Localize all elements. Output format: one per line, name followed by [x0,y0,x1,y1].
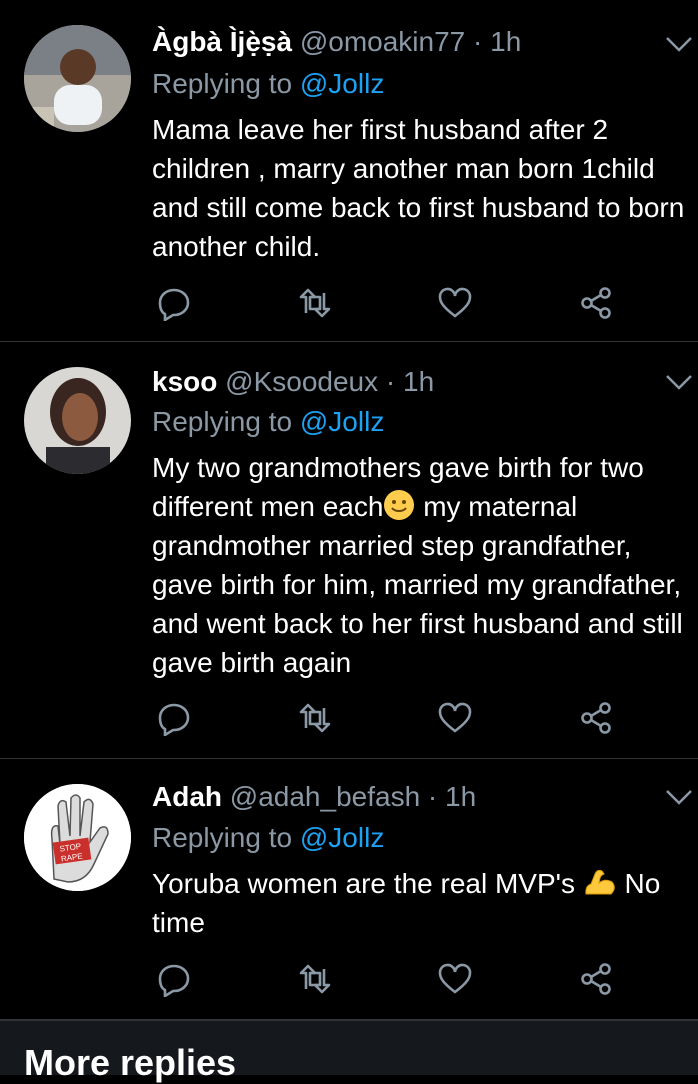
tweet-header: Adah @adah_befash · 1h [152,781,476,813]
separator-dot: · [427,781,438,812]
tweet-text-part-1: Yoruba women are the real MVP's [152,868,583,899]
display-name[interactable]: Adah [152,781,222,812]
like-icon[interactable] [437,961,473,997]
tweet-text: My two grandmothers gave birth for two d… [152,448,692,682]
mention-link[interactable]: @Jollz [300,822,384,853]
tweet-2[interactable]: ksoo @Ksoodeux · 1h Replying to @Jollz M… [0,342,698,759]
timestamp[interactable]: 1h [403,366,434,397]
more-replies-heading[interactable]: More replies [24,1042,236,1084]
replying-to-label: Replying to [152,68,293,99]
chevron-down-icon[interactable] [664,372,694,392]
flexed-biceps-icon [585,869,615,895]
retweet-icon[interactable] [297,961,333,997]
retweet-icon[interactable] [297,700,333,736]
reply-icon[interactable] [156,700,192,736]
share-icon[interactable] [578,285,614,321]
avatar[interactable]: STOP RAPE [24,784,131,891]
display-name[interactable]: ksoo [152,366,217,397]
tweet-text: Yoruba women are the real MVP's No time [152,864,692,942]
slightly-smiling-face-icon [384,490,415,520]
tweet-actions [152,285,632,321]
retweet-icon[interactable] [297,285,333,321]
reply-icon[interactable] [156,285,192,321]
user-handle[interactable]: @Ksoodeux [225,366,378,397]
replying-to-label: Replying to [152,822,293,853]
share-icon[interactable] [578,700,614,736]
tweet-header: Àgbà Ìjẹ̀ṣà @omoakin77 · 1h [152,26,521,58]
user-handle[interactable]: @adah_befash [230,781,420,812]
timestamp[interactable]: 1h [445,781,476,812]
display-name[interactable]: Àgbà Ìjẹ̀ṣà [152,26,292,57]
user-handle[interactable]: @omoakin77 [300,26,465,57]
like-icon[interactable] [437,700,473,736]
chevron-down-icon[interactable] [664,34,694,54]
tweet-actions [152,961,632,997]
tweet-3[interactable]: STOP RAPE Adah @adah_befash · 1h Replyin… [0,759,698,1020]
replying-to: Replying to @Jollz [152,68,384,100]
separator-dot: · [385,366,396,397]
tweet-text: Mama leave her first husband after 2 chi… [152,114,685,262]
replying-to: Replying to @Jollz [152,822,384,854]
mention-link[interactable]: @Jollz [300,406,384,437]
like-icon[interactable] [437,285,473,321]
timestamp[interactable]: 1h [490,26,521,57]
share-icon[interactable] [578,961,614,997]
avatar[interactable] [24,25,131,132]
tweet-1[interactable]: Àgbà Ìjẹ̀ṣà @omoakin77 · 1h Replying to … [0,0,698,342]
avatar[interactable] [24,367,131,474]
separator-dot: · [473,26,483,57]
replying-to: Replying to @Jollz [152,406,384,438]
mention-link[interactable]: @Jollz [300,68,384,99]
reply-icon[interactable] [156,961,192,997]
chevron-down-icon[interactable] [664,787,694,807]
replying-to-label: Replying to [152,406,293,437]
tweet-header: ksoo @Ksoodeux · 1h [152,366,434,398]
tweet-actions [152,700,632,736]
